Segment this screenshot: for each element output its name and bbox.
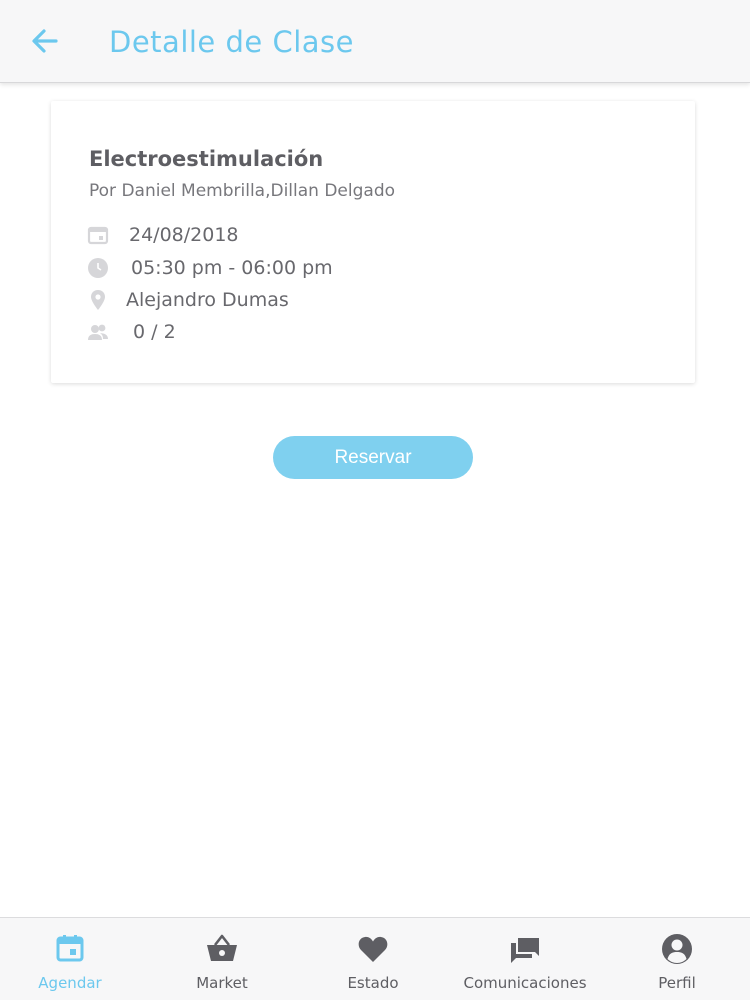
people-icon (88, 324, 108, 340)
heart-icon (358, 936, 388, 962)
class-time: 05:30 pm - 06:00 pm (131, 257, 333, 279)
tab-label: Comunicaciones (463, 974, 587, 992)
top-app-bar: Detalle de Clase (0, 0, 750, 83)
tab-market[interactable]: Market (172, 918, 272, 1000)
class-capacity: 0 / 2 (133, 321, 176, 343)
arrow-left-icon (32, 29, 58, 53)
page-title: Detalle de Clase (109, 25, 354, 59)
chat-icon (511, 938, 539, 963)
tab-label: Estado (347, 974, 399, 992)
reserve-button[interactable]: Reservar (273, 436, 473, 479)
class-instructors: Por Daniel Membrilla,Dillan Delgado (89, 181, 396, 201)
tab-label: Agendar (38, 974, 102, 992)
account-icon (662, 934, 692, 964)
calendar-icon (56, 935, 84, 962)
calendar-icon (87, 226, 109, 245)
app-screen: Detalle de Clase Electroestimulación Por… (0, 0, 750, 1000)
back-button[interactable] (26, 22, 64, 60)
class-name: Electroestimulación (89, 147, 324, 171)
location-pin-icon (91, 290, 105, 310)
tab-estado[interactable]: Estado (323, 918, 423, 1000)
class-date: 24/08/2018 (129, 224, 239, 246)
tab-perfil[interactable]: Perfil (627, 918, 727, 1000)
basket-icon (207, 934, 237, 961)
class-location: Alejandro Dumas (126, 289, 289, 311)
tab-label: Market (196, 974, 248, 992)
bottom-tab-bar: Agendar Market Estado Comunicaciones Per… (0, 917, 750, 1000)
tab-comunicaciones[interactable]: Comunicaciones (460, 918, 590, 1000)
class-detail-card: Electroestimulación Por Daniel Membrilla… (51, 101, 695, 383)
tab-agendar[interactable]: Agendar (20, 918, 120, 1000)
tab-label: Perfil (658, 974, 696, 992)
clock-icon (88, 258, 108, 278)
